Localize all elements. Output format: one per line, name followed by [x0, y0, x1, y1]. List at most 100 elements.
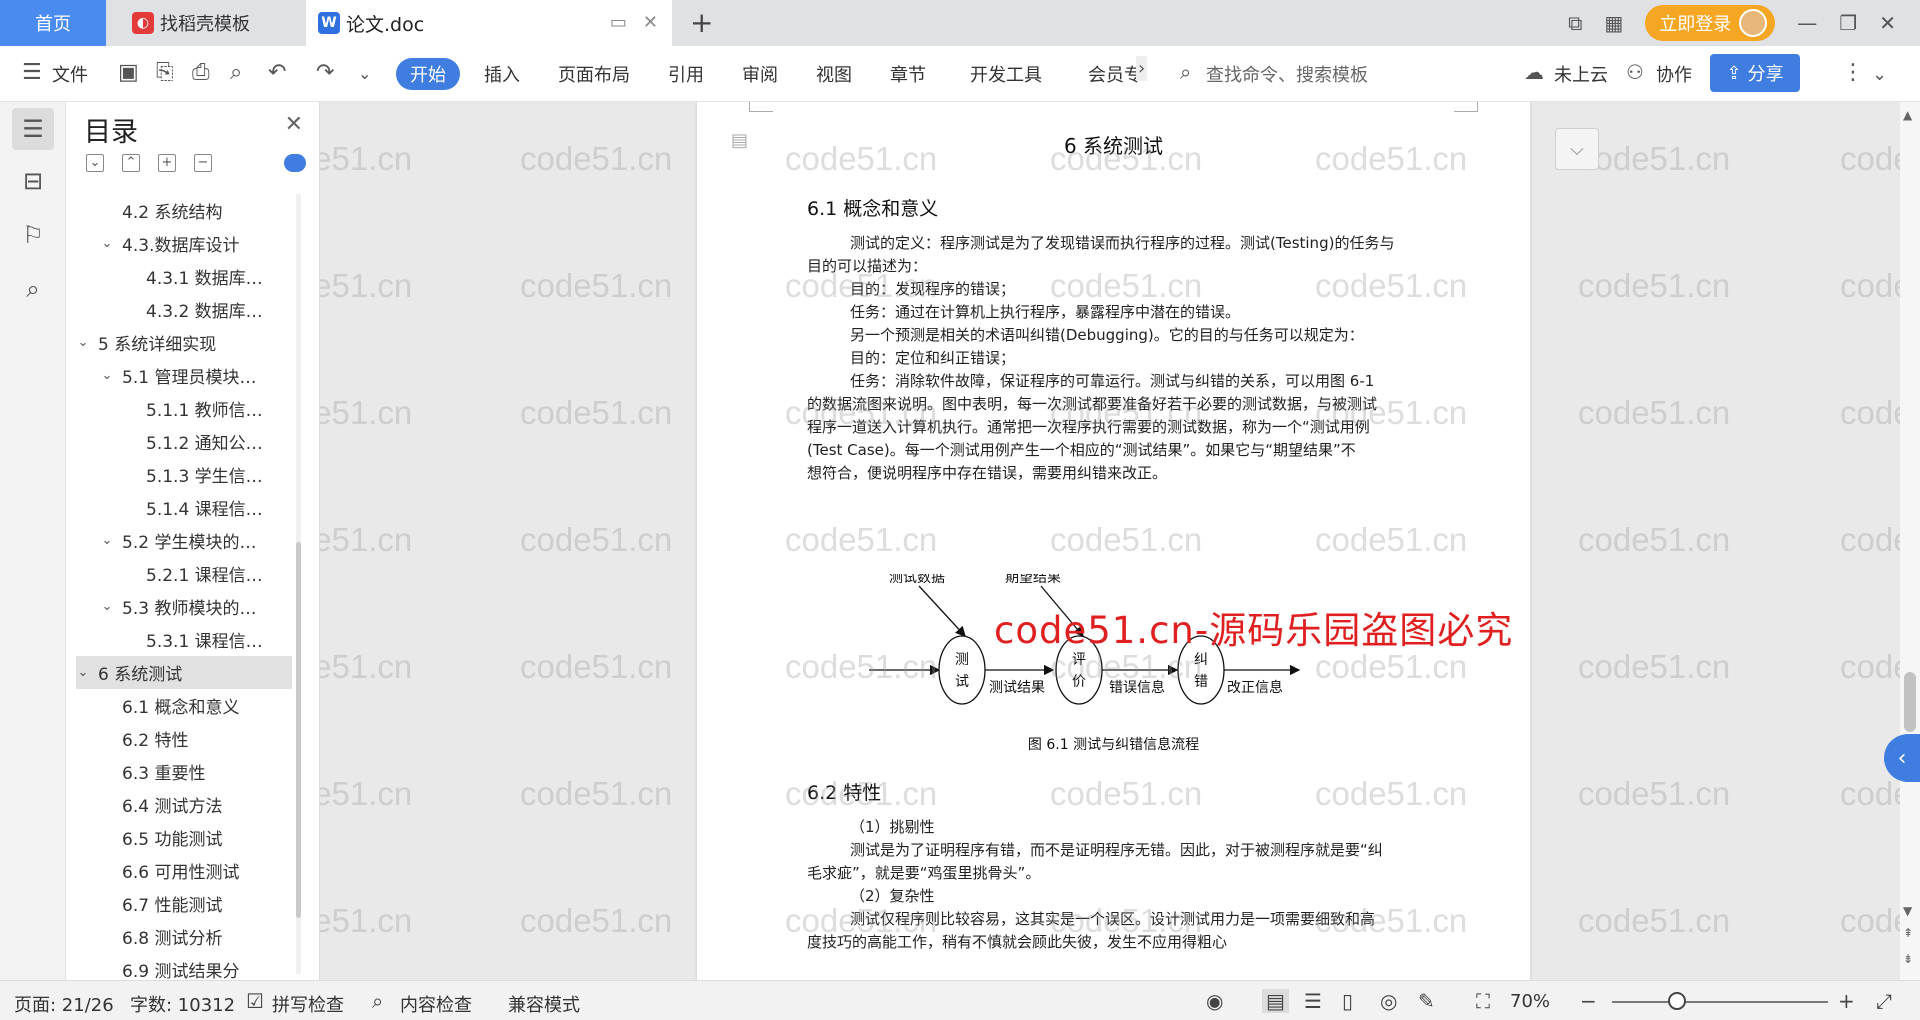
toc-panel-icon[interactable]: ☰ [12, 108, 54, 150]
add-heading-icon[interactable]: + [158, 154, 176, 172]
chevron-down-icon[interactable]: ⌄ [100, 236, 114, 251]
remove-heading-icon[interactable]: − [194, 154, 212, 172]
menu-developer-tools[interactable]: 开发工具 [970, 61, 1042, 87]
outline-item[interactable]: 4.3.2 数据库… [76, 293, 292, 326]
menu-page-layout[interactable]: 页面布局 [558, 61, 630, 87]
content-check-button[interactable]: 内容检查 [400, 991, 472, 1017]
reading-view-icon[interactable]: ▯ [1342, 989, 1353, 1013]
expand-level-icon[interactable]: ⌃ [122, 154, 140, 172]
login-button[interactable]: 立即登录 [1645, 5, 1776, 41]
collapse-all-icon[interactable]: ⌄ [86, 154, 104, 172]
page-indicator[interactable]: 页面: 21/26 [14, 991, 114, 1017]
menu-insert[interactable]: 插入 [484, 61, 520, 87]
outline-scroll-thumb[interactable] [296, 542, 301, 918]
hamburger-icon[interactable]: ☰ [22, 60, 42, 85]
outline-item[interactable]: ⌄ 4.3.数据库设计 [76, 227, 292, 260]
outline-item[interactable]: 6.8 测试分析 [76, 920, 292, 953]
window-mode-icon[interactable]: ▭ [610, 12, 627, 33]
chevron-down-icon[interactable]: ⌄ [100, 368, 114, 383]
more-options-icon[interactable]: ⋮ [1842, 60, 1864, 85]
outline-item[interactable]: 6.5 功能测试 [76, 821, 292, 854]
chevron-down-icon[interactable]: ⌄ [100, 599, 114, 614]
outline-item[interactable]: 5.1.2 通知公… [76, 425, 292, 458]
scroll-down-icon[interactable]: ▼ [1903, 904, 1912, 918]
find-icon[interactable]: ⌕ [12, 268, 54, 310]
eye-protection-icon[interactable]: ◉ [1206, 989, 1223, 1013]
tab-docer-templates[interactable]: ◐ 找稻壳模板 [124, 0, 300, 46]
outline-item[interactable]: 6.7 性能测试 [76, 887, 292, 920]
export-pdf-icon[interactable]: ⎘ [156, 60, 174, 85]
zoom-in-icon[interactable]: + [1838, 989, 1855, 1013]
close-icon[interactable]: ✕ [285, 112, 303, 137]
customize-toolbar-icon[interactable]: ⌄ [358, 64, 371, 83]
maximize-icon[interactable]: ❐ [1839, 11, 1857, 35]
collapse-ribbon-icon[interactable]: ⌄ [1872, 64, 1887, 85]
zoom-slider[interactable] [1612, 1001, 1828, 1003]
outline-item[interactable]: 5.1.1 教师信… [76, 392, 292, 425]
redo-icon[interactable]: ↷ [316, 60, 334, 85]
comment-panel-icon[interactable]: ⌵ [1555, 128, 1599, 170]
zoom-slider-handle[interactable] [1667, 992, 1686, 1010]
outline-item[interactable]: 6.4 测试方法 [76, 788, 292, 821]
save-icon[interactable]: ▣ [118, 60, 139, 85]
menu-file[interactable]: 文件 [52, 61, 88, 87]
zoom-out-icon[interactable]: − [1580, 989, 1597, 1013]
write-mode-icon[interactable]: ✎ [1418, 989, 1435, 1013]
more-menu-icon[interactable]: › [1136, 56, 1148, 81]
fullscreen-icon[interactable]: ⤢ [1876, 989, 1892, 1013]
outline-item[interactable]: ⌄ 5.2 学生模块的… [76, 524, 292, 557]
menu-references[interactable]: 引用 [668, 61, 704, 87]
cloud-status-button[interactable]: 未上云 [1554, 61, 1608, 87]
navigation-pane-icon[interactable]: ⊟ [12, 160, 54, 202]
bookmark-icon[interactable]: ⚐ [12, 214, 54, 256]
command-search-input[interactable]: 查找命令、搜索模板 [1206, 61, 1368, 87]
outline-item[interactable]: ⌄ 5.1 管理员模块… [76, 359, 292, 392]
new-tab-button[interactable]: + [690, 6, 713, 39]
chevron-down-icon[interactable]: ⌄ [76, 665, 90, 680]
vertical-scrollbar[interactable] [1900, 102, 1920, 980]
prev-page-icon[interactable]: ⇞ [1903, 926, 1913, 940]
apps-grid-icon[interactable]: ▦ [1604, 11, 1623, 35]
document-page[interactable]: ▤ 6 系统测试 6.1 概念和意义 测试的定义：程序测试是为了发现错误而执行程… [697, 102, 1530, 980]
spellcheck-button[interactable]: 拼写检查 [272, 991, 344, 1017]
outline-item[interactable]: 5.1.4 课程信… [76, 491, 292, 524]
outline-item[interactable]: 6.2 特性 [76, 722, 292, 755]
collab-button[interactable]: 协作 [1656, 61, 1692, 87]
menu-start[interactable]: 开始 [396, 58, 460, 90]
print-icon[interactable]: ⎙ [192, 60, 210, 85]
outline-item[interactable]: ⌄ 5.3 教师模块的… [76, 590, 292, 623]
fit-page-icon[interactable]: ⛶ [1476, 989, 1490, 1013]
undo-icon[interactable]: ↶ [268, 60, 286, 85]
zoom-level[interactable]: 70% [1510, 991, 1550, 1012]
outline-item[interactable]: 5.3.1 课程信… [76, 623, 292, 656]
minimize-icon[interactable]: — [1797, 11, 1817, 35]
share-button[interactable]: ⇪ 分享 [1710, 54, 1800, 92]
menu-chapter[interactable]: 章节 [890, 61, 926, 87]
scroll-up-icon[interactable]: ▲ [1903, 108, 1912, 122]
outline-item[interactable]: 6.1 概念和意义 [76, 689, 292, 722]
close-tab-icon[interactable]: ✕ [643, 12, 658, 33]
outline-item[interactable]: 6.6 可用性测试 [76, 854, 292, 887]
next-page-icon[interactable]: ⇟ [1903, 952, 1913, 966]
outline-item[interactable]: 4.2 系统结构 [76, 194, 292, 227]
word-count[interactable]: 字数: 10312 [130, 991, 235, 1017]
outline-item[interactable]: 5.1.3 学生信… [76, 458, 292, 491]
outline-view-icon[interactable]: ☰ [1304, 989, 1322, 1013]
smart-outline-icon[interactable] [284, 154, 306, 172]
outline-item[interactable]: ⌄ 5 系统详细实现 [76, 326, 292, 359]
outline-item[interactable]: 6.3 重要性 [76, 755, 292, 788]
outline-item[interactable]: ⌄ 6 系统测试 [76, 656, 292, 689]
tab-home[interactable]: 首页 [0, 0, 106, 46]
tab-document[interactable]: W 论文.doc ▭ ✕ [306, 0, 672, 46]
layout-icon[interactable]: ⧉ [1568, 11, 1582, 35]
close-window-icon[interactable]: ✕ [1879, 11, 1896, 35]
menu-review[interactable]: 审阅 [742, 61, 778, 87]
outline-item[interactable]: 5.2.1 课程信… [76, 557, 292, 590]
outline-item[interactable]: 6.9 测试结果分 [76, 953, 292, 980]
outline-item[interactable]: 4.3.1 数据库… [76, 260, 292, 293]
chevron-down-icon[interactable]: ⌄ [100, 533, 114, 548]
print-preview-icon[interactable]: ⌕ [230, 60, 242, 85]
web-view-icon[interactable]: ◎ [1380, 989, 1397, 1013]
menu-view[interactable]: 视图 [816, 61, 852, 87]
page-view-icon[interactable]: ▤ [1262, 989, 1289, 1013]
